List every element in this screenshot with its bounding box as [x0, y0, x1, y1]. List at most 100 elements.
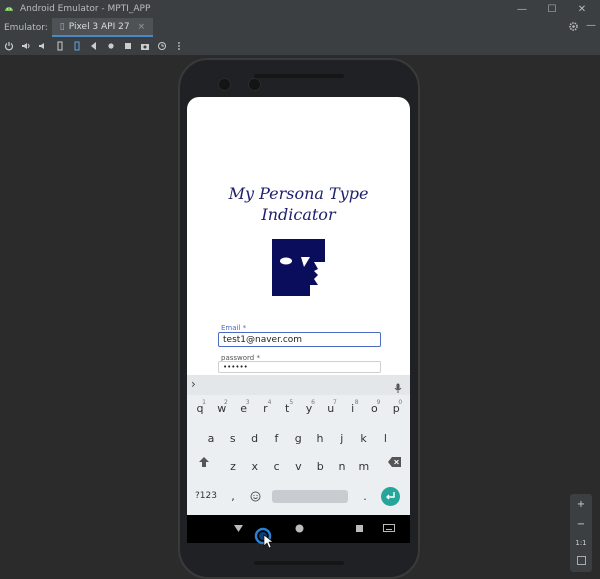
- window-titlebar: Android Emulator - MPTI_APP — ☐ ✕: [0, 0, 600, 18]
- key-p[interactable]: p0: [386, 397, 406, 419]
- key-hint: 7: [332, 399, 337, 406]
- key-f[interactable]: f: [266, 427, 286, 449]
- nav-keyboard-icon[interactable]: [383, 524, 395, 535]
- app-title-line2: Indicator: [261, 205, 336, 224]
- close-button[interactable]: ✕: [568, 0, 596, 18]
- key-b[interactable]: b: [310, 455, 330, 477]
- key-r[interactable]: r4: [255, 397, 275, 419]
- chevron-right-icon[interactable]: ›: [191, 377, 196, 391]
- key-label: d: [251, 431, 259, 445]
- key-x[interactable]: x: [245, 455, 265, 477]
- volume-down-icon[interactable]: [35, 38, 51, 54]
- key-hint: 3: [245, 399, 250, 406]
- tab-close-icon[interactable]: ×: [138, 22, 146, 32]
- key-v[interactable]: v: [288, 455, 308, 477]
- email-field[interactable]: test1@naver.com: [218, 332, 381, 347]
- key-k[interactable]: k: [354, 427, 374, 449]
- key-hint: 0: [398, 399, 403, 406]
- keyboard-suggestion-bar: ›: [187, 375, 410, 395]
- enter-key[interactable]: [380, 485, 400, 507]
- emulator-toolbar: [0, 37, 600, 55]
- password-field[interactable]: ••••••: [218, 361, 381, 373]
- key-m[interactable]: m: [354, 455, 374, 477]
- key-t[interactable]: t5: [277, 397, 297, 419]
- rotate-right-icon[interactable]: [69, 38, 85, 54]
- key-y[interactable]: y6: [299, 397, 319, 419]
- screenshot-icon[interactable]: [137, 38, 153, 54]
- key-n[interactable]: n: [332, 455, 352, 477]
- minimize-button[interactable]: —: [508, 0, 536, 18]
- key-label: i: [351, 401, 355, 415]
- period-key[interactable]: .: [355, 485, 375, 507]
- key-w[interactable]: w2: [212, 397, 232, 419]
- zoom-controls: + − 1:1: [570, 494, 592, 572]
- power-icon[interactable]: [1, 38, 17, 54]
- volume-up-icon[interactable]: [18, 38, 34, 54]
- maximize-button[interactable]: ☐: [538, 0, 566, 18]
- key-hint: 9: [376, 399, 381, 406]
- key-l[interactable]: l: [375, 427, 395, 449]
- zoom-actual-size-button[interactable]: 1:1: [575, 539, 586, 547]
- key-u[interactable]: u7: [321, 397, 341, 419]
- space-key[interactable]: [271, 485, 349, 507]
- shift-key[interactable]: [190, 451, 218, 473]
- zoom-in-button[interactable]: +: [577, 499, 585, 510]
- emoji-key[interactable]: [245, 485, 265, 507]
- snapshot-icon[interactable]: [154, 38, 170, 54]
- key-s[interactable]: s: [223, 427, 243, 449]
- key-label: f: [274, 431, 279, 445]
- key-a[interactable]: a: [201, 427, 221, 449]
- rotate-left-icon[interactable]: [52, 38, 68, 54]
- key-hint: 4: [267, 399, 272, 406]
- android-navbar: [187, 515, 410, 543]
- key-label: j: [340, 431, 344, 445]
- zoom-out-button[interactable]: −: [577, 519, 585, 530]
- symbols-key[interactable]: ?123: [192, 485, 220, 507]
- key-label: m: [358, 459, 370, 473]
- key-e[interactable]: e3: [234, 397, 254, 419]
- front-camera-right: [248, 78, 261, 91]
- key-label: c: [273, 459, 280, 473]
- gear-icon[interactable]: [568, 21, 579, 35]
- overview-icon[interactable]: [120, 38, 136, 54]
- key-i[interactable]: i8: [343, 397, 363, 419]
- key-g[interactable]: g: [288, 427, 308, 449]
- bottom-speaker: [254, 561, 344, 565]
- tab-device[interactable]: ▯ Pixel 3 API 27 ×: [51, 18, 154, 37]
- key-hint: 2: [223, 399, 228, 406]
- email-label: Email *: [221, 324, 247, 332]
- backspace-key[interactable]: [382, 451, 406, 473]
- key-c[interactable]: c: [267, 455, 287, 477]
- key-label: g: [294, 431, 302, 445]
- space-bar: [272, 489, 348, 503]
- key-label: l: [383, 431, 387, 445]
- key-q[interactable]: q1: [190, 397, 210, 419]
- app-title: My Persona Type Indicator: [187, 183, 410, 225]
- key-o[interactable]: o9: [364, 397, 384, 419]
- key-j[interactable]: j: [332, 427, 352, 449]
- key-label: n: [338, 459, 346, 473]
- key-z[interactable]: z: [223, 455, 243, 477]
- comma-key[interactable]: ,: [223, 485, 243, 507]
- app-title-line1: My Persona Type: [228, 184, 369, 203]
- emulator-label: Emulator:: [4, 22, 48, 33]
- home-icon[interactable]: [103, 38, 119, 54]
- mic-icon[interactable]: [394, 379, 402, 398]
- key-label: k: [360, 431, 367, 445]
- key-label: z: [230, 459, 236, 473]
- zoom-fit-icon[interactable]: [576, 555, 586, 568]
- nav-home-icon[interactable]: [295, 524, 304, 536]
- emulator-tabbar: Emulator: ▯ Pixel 3 API 27 × —: [0, 18, 600, 38]
- android-studio-icon: [5, 7, 13, 11]
- nav-overview-icon[interactable]: [355, 524, 364, 536]
- back-icon[interactable]: [86, 38, 102, 54]
- minimize-panel-icon[interactable]: —: [586, 20, 596, 31]
- key-d[interactable]: d: [245, 427, 265, 449]
- device-screen: My Persona Type Indicator Email * test1@…: [187, 97, 410, 543]
- nav-back-icon[interactable]: [234, 524, 243, 536]
- more-icon[interactable]: [171, 38, 187, 54]
- key-h[interactable]: h: [310, 427, 330, 449]
- key-hint: 6: [311, 399, 315, 406]
- key-label: h: [316, 431, 324, 445]
- window-title: Android Emulator - MPTI_APP: [20, 4, 151, 14]
